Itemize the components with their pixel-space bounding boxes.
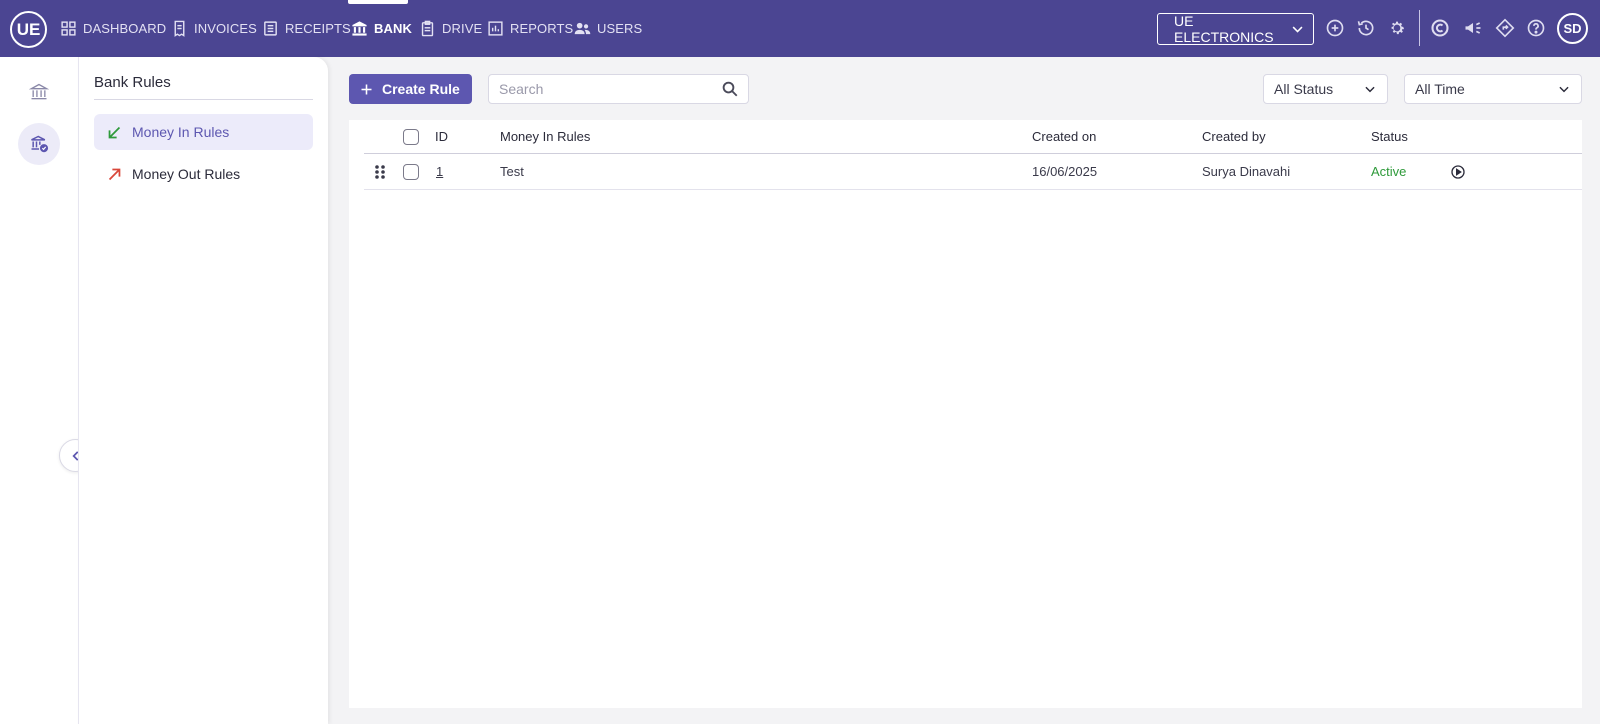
- drive-icon: [421, 20, 434, 37]
- nav-invoices[interactable]: INVOICES: [171, 0, 257, 57]
- bank-rules-panel: Bank Rules Money In Rules Money Out Rule…: [78, 57, 328, 724]
- app-logo[interactable]: UE: [10, 11, 47, 48]
- receipt-icon: [264, 21, 277, 36]
- toolbar-divider: [1419, 10, 1420, 46]
- arrow-up-right-icon: [108, 168, 121, 180]
- nav-reports-label: REPORTS: [510, 21, 574, 36]
- chevron-down-icon: [1365, 86, 1375, 93]
- panel-title: Bank Rules: [94, 74, 171, 91]
- users-icon: [574, 22, 591, 35]
- nav-receipts-label: RECEIPTS: [285, 21, 351, 36]
- column-header-status[interactable]: Status: [1371, 120, 1408, 153]
- user-avatar[interactable]: SD: [1557, 13, 1588, 44]
- nav-bank[interactable]: BANK: [351, 0, 412, 57]
- directions-icon[interactable]: [1494, 17, 1516, 39]
- megaphone-icon[interactable]: [1462, 17, 1484, 39]
- row-created-by: Surya Dinavahi: [1202, 164, 1291, 179]
- row-id-link[interactable]: 1: [436, 164, 443, 179]
- nav-dashboard[interactable]: DASHBOARD: [60, 0, 166, 57]
- drag-handle-icon[interactable]: [374, 154, 386, 189]
- rules-table: ID Money In Rules Created on Created by …: [349, 120, 1582, 708]
- coin-icon[interactable]: [1429, 17, 1451, 39]
- create-rule-label: Create Rule: [382, 81, 460, 97]
- nav-dashboard-label: DASHBOARD: [83, 21, 167, 36]
- row-status: Active: [1371, 164, 1407, 179]
- company-selector[interactable]: UE ELECTRONICS: [1157, 13, 1314, 45]
- column-header-name[interactable]: Money In Rules: [500, 120, 590, 153]
- row-created-on: 16/06/2025: [1032, 164, 1098, 179]
- row-checkbox-cell: [403, 154, 419, 189]
- left-rail: [0, 57, 92, 724]
- menu-item-money-in-label: Money In Rules: [132, 124, 230, 140]
- arrow-down-left-icon: [108, 126, 121, 138]
- nav-drive[interactable]: DRIVE: [419, 0, 482, 57]
- select-all-checkbox[interactable]: [403, 128, 419, 145]
- menu-item-money-in-rules[interactable]: Money In Rules: [94, 114, 313, 150]
- search-input[interactable]: [499, 75, 719, 103]
- create-rule-button[interactable]: Create Rule: [349, 74, 472, 104]
- search-icon[interactable]: [721, 80, 739, 98]
- search-box: [488, 74, 749, 104]
- invoice-icon: [174, 20, 185, 37]
- gear-icon[interactable]: [1386, 17, 1408, 39]
- chevron-down-icon: [1292, 26, 1303, 33]
- time-filter-select[interactable]: All Time: [1404, 74, 1582, 104]
- nav-drive-label: DRIVE: [442, 21, 483, 36]
- nav-users-label: USERS: [597, 21, 643, 36]
- add-circle-icon[interactable]: [1324, 17, 1346, 39]
- nav-invoices-label: INVOICES: [194, 21, 257, 36]
- help-icon[interactable]: [1525, 17, 1547, 39]
- column-header-id[interactable]: ID: [435, 120, 448, 153]
- row-id-cell: 1: [436, 154, 443, 189]
- select-all-cell: [403, 120, 419, 153]
- row-checkbox[interactable]: [403, 163, 419, 180]
- top-nav-bar: UE DASHBOARD INVOICES RECEIPTS BANK DRIV…: [0, 0, 1600, 57]
- rail-bank-icon[interactable]: [18, 71, 60, 113]
- rail-bank-rules-icon[interactable]: [18, 123, 60, 165]
- nav-bank-label: BANK: [374, 21, 412, 36]
- plus-icon: [361, 84, 372, 94]
- table-header: ID Money In Rules Created on Created by …: [364, 120, 1582, 154]
- chevron-down-icon: [1559, 86, 1569, 93]
- column-header-created-on[interactable]: Created on: [1032, 120, 1096, 153]
- menu-item-money-out-label: Money Out Rules: [132, 166, 241, 182]
- row-name: Test: [500, 164, 524, 179]
- reports-icon: [488, 21, 503, 36]
- history-icon[interactable]: [1355, 17, 1377, 39]
- panel-divider: [94, 99, 313, 100]
- time-filter-value: All Time: [1415, 81, 1465, 97]
- run-rule-icon[interactable]: [1450, 154, 1466, 189]
- menu-item-money-out-rules[interactable]: Money Out Rules: [94, 156, 313, 192]
- company-name: UE ELECTRONICS: [1174, 13, 1274, 45]
- column-header-created-by[interactable]: Created by: [1202, 120, 1266, 153]
- status-filter-select[interactable]: All Status: [1263, 74, 1388, 104]
- status-filter-value: All Status: [1274, 81, 1334, 97]
- nav-reports[interactable]: REPORTS: [487, 0, 573, 57]
- dashboard-icon: [61, 21, 76, 36]
- nav-receipts[interactable]: RECEIPTS: [262, 0, 351, 57]
- table-row[interactable]: 1 Test 16/06/2025 Surya Dinavahi Active: [364, 154, 1582, 190]
- bank-icon: [352, 21, 367, 36]
- nav-users[interactable]: USERS: [574, 0, 642, 57]
